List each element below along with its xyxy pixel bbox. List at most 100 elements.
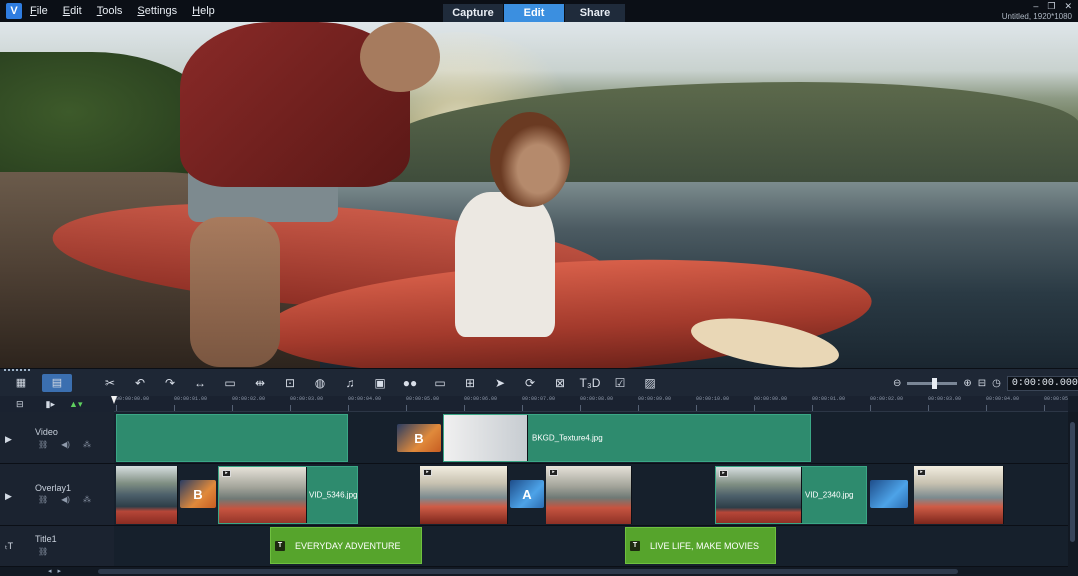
overlay-clip-vid5346[interactable]: ▸ VID_5346.jpg	[218, 466, 358, 524]
video-track-icon: ▶	[5, 434, 12, 444]
split-icon[interactable]: ⇹	[245, 372, 275, 394]
link-icon[interactable]: ⛓	[38, 547, 48, 556]
rotate-icon[interactable]: ⟳	[515, 372, 545, 394]
transition-b-icon[interactable]: B	[397, 424, 441, 452]
mask-icon[interactable]: ●●	[395, 372, 425, 394]
overlay-clip-1[interactable]	[116, 466, 178, 524]
crop-icon[interactable]: ⊡	[275, 372, 305, 394]
scroll-buttons: ◂ ▸	[48, 567, 61, 575]
title-badge-icon: T	[630, 540, 640, 551]
zoom-out-icon[interactable]: ⊖	[893, 378, 901, 389]
timeline-ruler[interactable]: 00:00:00.00 00:00:01.00 00:00:02.00 00:00:0…	[114, 396, 1068, 412]
lane-video[interactable]: B BKGD_Texture4.jpg	[114, 412, 1068, 464]
ruler-tick: 00:00:05.00	[406, 396, 440, 411]
ruler-tick: 00:00:06.00	[464, 396, 498, 411]
ruler-tick: 00:00:09.00	[638, 396, 672, 411]
clip-type-icon: ▸	[719, 470, 728, 477]
grid-icon[interactable]: ⁂	[83, 495, 91, 504]
storyboard-view-icon[interactable]: ▦	[6, 374, 36, 392]
scroll-right-icon[interactable]: ▸	[58, 567, 62, 575]
track-manager-icon[interactable]: ⊟	[16, 399, 24, 410]
track-header-video[interactable]: ▶ Video ⛓ ◀) ⁂	[0, 412, 114, 464]
panel-grip[interactable]	[4, 369, 30, 372]
transition-a-icon[interactable]: A	[510, 480, 544, 508]
transition-b-icon[interactable]: B	[180, 480, 216, 508]
3d-title-icon[interactable]: T₃D	[575, 372, 605, 394]
timeline-vertical-scrollbar[interactable]	[1068, 412, 1078, 568]
vertical-scroll-thumb[interactable]	[1070, 422, 1075, 542]
clip-type-icon: ▸	[549, 469, 558, 476]
menu-edit[interactable]: Edit	[63, 5, 82, 17]
horizontal-scroll-thumb[interactable]	[98, 569, 958, 574]
timecode-display[interactable]: 0:00:00.000	[1006, 375, 1078, 391]
preview-man-head	[360, 22, 440, 92]
zoom-slider-knob[interactable]	[932, 377, 938, 389]
link-icon[interactable]: ⛓	[38, 495, 48, 504]
zoom-in-icon[interactable]: ⊕	[963, 378, 971, 389]
redo-icon[interactable]: ↷	[155, 372, 185, 394]
mode-tabs: Capture Edit Share	[443, 4, 626, 22]
title-clip-live-life[interactable]: T LIVE LIFE, MAKE MOVIES	[625, 527, 776, 564]
lane-overlay1[interactable]: B ▸ VID_5346.jpg ▸ A ▸ ▸ VID_2340.jpg ▸	[114, 464, 1068, 526]
timeline-view-icon[interactable]: ▤	[42, 373, 72, 392]
stabilize-icon[interactable]: ⊠	[545, 372, 575, 394]
video-track-controls: ⛓ ◀) ⁂	[38, 440, 91, 449]
overlay-clip-3[interactable]: ▸	[546, 466, 632, 524]
menu-tools[interactable]: Tools	[97, 5, 123, 17]
overlay-clip-2[interactable]: ▸	[420, 466, 508, 524]
motion-icon[interactable]: ➤	[485, 372, 515, 394]
volume-icon[interactable]: ◀)	[61, 440, 70, 449]
add-chapter-icon[interactable]: ▮▸	[46, 399, 55, 410]
clip-thumbnail: ▸	[716, 467, 802, 523]
title-badge-icon: T	[275, 540, 285, 551]
clip-thumbnail: ▸	[219, 467, 307, 523]
check-icon[interactable]: ☑	[605, 372, 635, 394]
video-clip-1[interactable]	[116, 414, 348, 462]
tab-capture[interactable]: Capture	[443, 4, 504, 22]
clip-thumbnail	[444, 415, 528, 461]
lane-title1[interactable]: T EVERYDAY ADVENTURE T LIVE LIFE, MAKE M…	[114, 526, 1068, 567]
clip-label: VID_2340.jpg	[805, 490, 854, 500]
subtitle-icon[interactable]: ▭	[425, 372, 455, 394]
video-clip-bkgd[interactable]: BKGD_Texture4.jpg	[443, 414, 811, 462]
audio-mixer-icon[interactable]: ♫	[335, 372, 365, 394]
ripple-edit-icon[interactable]: ▲▾	[69, 399, 82, 410]
ruler-tick: 00:00:05.00	[1044, 396, 1068, 411]
tab-edit[interactable]: Edit	[504, 4, 565, 22]
undo-icon[interactable]: ↶	[125, 372, 155, 394]
zoom-slider[interactable]	[907, 377, 958, 389]
multi-camera-icon[interactable]: ▣	[365, 372, 395, 394]
menu-file[interactable]: File	[30, 5, 48, 17]
grid-icon[interactable]: ⁂	[83, 440, 91, 449]
menu-help[interactable]: Help	[192, 5, 215, 17]
track-header-overlay1[interactable]: ▶ Overlay1 ⛓ ◀) ⁂	[0, 464, 114, 526]
close-icon[interactable]: ✕	[1064, 1, 1072, 12]
ruler-tick: 00:00:04.00	[986, 396, 1020, 411]
menu-settings[interactable]: Settings	[137, 5, 177, 17]
preview-woman-head	[490, 112, 570, 207]
fit-project-icon[interactable]: ↔	[185, 372, 215, 394]
color-icon[interactable]: ◍	[305, 372, 335, 394]
overlay-clip-vid2340[interactable]: ▸ VID_2340.jpg	[715, 466, 867, 524]
volume-icon[interactable]: ◀)	[61, 495, 70, 504]
overlay-clip-4[interactable]: ▸	[914, 466, 1004, 524]
image-icon[interactable]: ▨	[635, 372, 665, 394]
split-screen-icon[interactable]: ⊞	[455, 372, 485, 394]
link-icon[interactable]: ⛓	[38, 440, 48, 449]
transition-blue-icon[interactable]	[870, 480, 908, 508]
tab-share[interactable]: Share	[565, 4, 626, 22]
timeline-horizontal-scrollbar[interactable]: ◂ ▸	[0, 567, 1078, 576]
minimize-icon[interactable]: –	[1033, 1, 1038, 12]
title-clip-everyday-adventure[interactable]: T EVERYDAY ADVENTURE	[270, 527, 422, 564]
track-header-title1[interactable]: ₜT Title1 ⛓	[0, 526, 114, 567]
ruler-tick: 00:00:02.00	[870, 396, 904, 411]
scroll-left-icon[interactable]: ◂	[48, 567, 52, 575]
ruler-tick: 00:00:00.00	[116, 396, 150, 411]
app-logo-icon: V	[6, 3, 22, 19]
tools-icon[interactable]: ✂	[95, 372, 125, 394]
fit-timeline-icon[interactable]: ⊟	[978, 378, 986, 389]
pan-zoom-icon[interactable]: ▭	[215, 372, 245, 394]
preview-window[interactable]	[0, 22, 1078, 368]
restore-icon[interactable]: ❐	[1047, 1, 1055, 12]
ruler-tick: 00:00:01.00	[174, 396, 208, 411]
